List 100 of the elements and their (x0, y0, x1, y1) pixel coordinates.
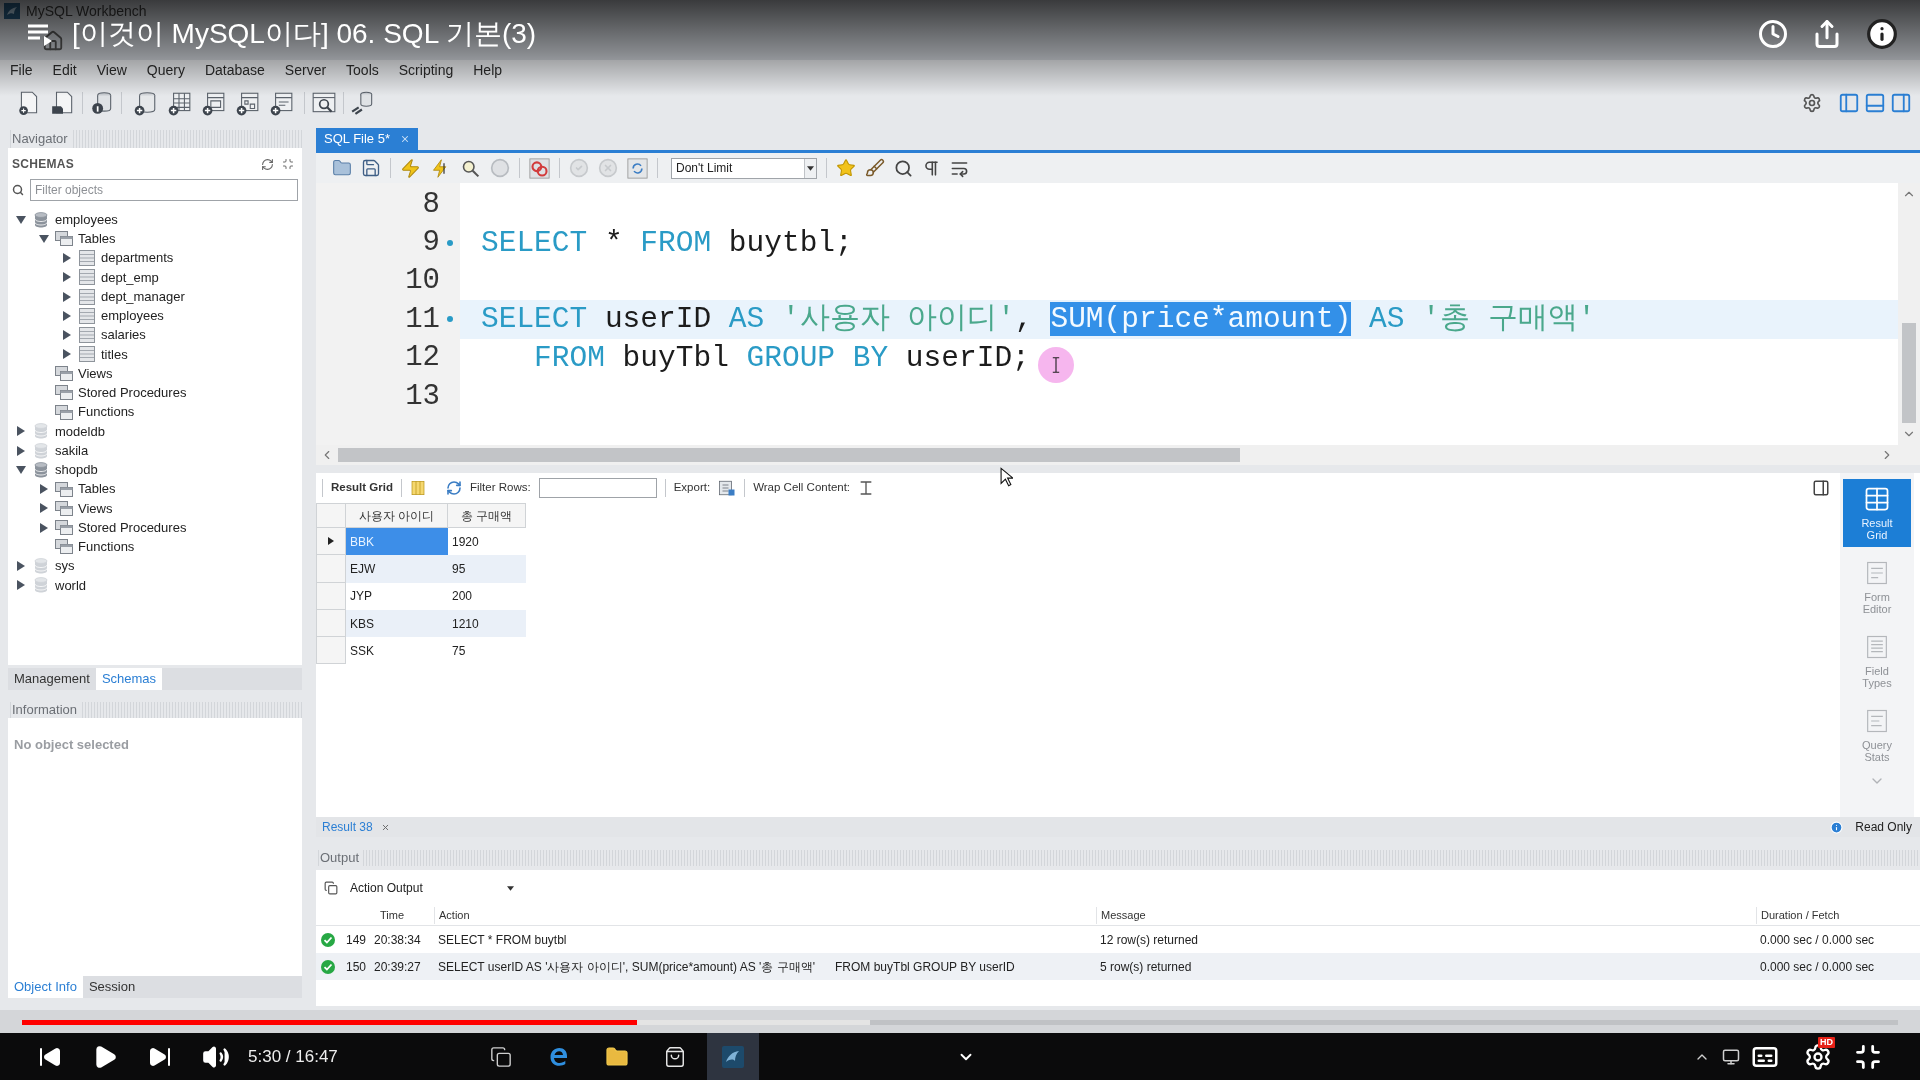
tree-item-label[interactable]: Stored Procedures (78, 517, 187, 538)
tree-item-label[interactable]: Views (78, 363, 113, 384)
caret-icon[interactable] (507, 886, 514, 891)
close-icon[interactable] (400, 134, 410, 144)
result-grid-label[interactable]: Result Grid (331, 479, 393, 497)
tree-item-label[interactable]: sakila (55, 440, 89, 461)
panel-tab[interactable]: Management (8, 668, 96, 690)
database-plus-icon[interactable] (132, 90, 158, 116)
tree-item-label[interactable]: modeldb (55, 421, 105, 442)
tree-item-label[interactable]: Functions (78, 537, 135, 557)
caret-down-icon[interactable] (39, 234, 49, 243)
panel-tab[interactable]: Session (82, 976, 142, 998)
filter-rows-field[interactable] (538, 478, 657, 498)
panel-tab[interactable]: Object Info (8, 976, 83, 998)
menu-item[interactable]: Tools (336, 61, 389, 79)
scroll-thumb[interactable] (1902, 323, 1916, 423)
view-plus-icon[interactable] (200, 90, 226, 116)
caret-right-icon[interactable] (17, 426, 25, 437)
export-icon[interactable] (718, 479, 737, 497)
tree-item-label[interactable]: salaries (101, 325, 146, 345)
refresh-icon[interactable] (261, 157, 274, 171)
function-plus-icon[interactable] (268, 90, 294, 116)
output-mode-dropdown[interactable]: Action Output (346, 878, 518, 898)
caret-right-icon[interactable] (40, 522, 48, 533)
close-icon[interactable] (380, 822, 390, 832)
side-tab[interactable]: Result Grid (1843, 479, 1911, 547)
caret-icon[interactable] (807, 165, 814, 171)
tree-item-label[interactable]: sys (55, 556, 75, 576)
menu-item[interactable]: Database (194, 61, 275, 79)
caret-right-icon[interactable] (40, 484, 48, 495)
menu-item[interactable]: View (86, 61, 137, 79)
watch-later-icon[interactable] (1758, 19, 1788, 49)
tree-item-label[interactable]: Stored Procedures (78, 383, 187, 403)
caret-right-icon[interactable] (63, 330, 71, 341)
panel-right-icon[interactable] (1812, 479, 1830, 497)
editor-tab[interactable]: SQL File 5* (316, 128, 418, 150)
home-icon[interactable] (42, 30, 64, 52)
app-tile-icon[interactable] (720, 1044, 745, 1069)
caret-right-icon[interactable] (63, 310, 71, 321)
panel-bottom-icon[interactable] (1864, 92, 1886, 114)
table-cell[interactable]: 1210 (448, 609, 526, 638)
check-circle-icon[interactable] (569, 158, 589, 178)
menu-item[interactable]: Edit (42, 61, 87, 79)
tree-item-label[interactable]: Functions (78, 402, 135, 422)
taskbar-active-tile[interactable] (706, 1033, 759, 1080)
menu-item[interactable]: Scripting (388, 61, 464, 79)
shopping-bag-icon[interactable] (663, 1045, 686, 1068)
caret-right-icon[interactable] (63, 253, 71, 264)
star-icon[interactable] (836, 158, 856, 178)
refresh-square-icon[interactable] (627, 157, 648, 179)
tree-item-label[interactable]: Views (78, 498, 113, 519)
caret-down-icon[interactable] (16, 215, 26, 224)
tree-item-label[interactable]: Tables (78, 229, 116, 249)
menu-item[interactable]: Help (463, 61, 513, 79)
copy-icon[interactable] (324, 881, 338, 895)
column-header[interactable]: 총 구매액 (448, 503, 526, 528)
save-icon[interactable] (361, 158, 381, 178)
table-cell[interactable]: KBS (346, 609, 448, 638)
caret-right-icon[interactable] (17, 561, 25, 572)
tree-item-label[interactable]: titles (101, 344, 128, 365)
exit-fullscreen-icon[interactable] (1854, 1042, 1882, 1071)
brush-icon[interactable] (865, 158, 885, 178)
progress-track[interactable] (22, 1020, 1898, 1025)
column-header[interactable]: 사용자 아이디 (346, 503, 448, 528)
tree-item-label[interactable]: employees (55, 209, 118, 230)
task-view-icon[interactable] (489, 1045, 512, 1068)
caret-right-icon[interactable] (17, 445, 25, 456)
tree-item-label[interactable]: employees (101, 306, 164, 326)
horizontal-scrollbar[interactable] (316, 445, 1920, 465)
pilcrow-icon[interactable] (922, 158, 941, 178)
panel-left-icon[interactable] (1838, 92, 1860, 114)
panel-tab[interactable]: Schemas (95, 668, 163, 690)
limit-dropdown[interactable]: Don't Limit (671, 157, 817, 179)
tree-item-label[interactable]: world (55, 575, 87, 596)
search-icon[interactable] (894, 158, 913, 178)
tree-item-label[interactable]: Tables (78, 479, 116, 499)
refresh-icon[interactable] (446, 480, 462, 496)
tree-item-label[interactable]: departments (101, 248, 174, 268)
table-cell[interactable]: 95 (448, 555, 526, 583)
caret-right-icon[interactable] (63, 349, 71, 360)
monitor-icon[interactable] (1722, 1047, 1740, 1066)
menu-item[interactable]: Query (136, 61, 195, 79)
procedure-plus-icon[interactable] (234, 90, 260, 116)
linked-circles-icon[interactable] (529, 157, 550, 179)
table-plus-icon[interactable] (166, 90, 192, 116)
tree-item-label[interactable]: dept_emp (101, 267, 159, 288)
caret-right-icon[interactable] (17, 580, 25, 591)
caret-right-icon[interactable] (40, 503, 48, 514)
tree-item-label[interactable]: dept_manager (101, 286, 185, 307)
folder-icon[interactable] (604, 1044, 629, 1069)
filter-field[interactable]: Filter objects (30, 179, 298, 201)
collapse-icon[interactable] (282, 158, 294, 170)
table-cell[interactable]: EJW (346, 555, 448, 583)
tree-item-label[interactable]: shopdb (55, 460, 98, 480)
caret-right-icon[interactable] (63, 291, 71, 302)
menu-item[interactable]: Server (274, 61, 337, 79)
caret-down-icon[interactable] (16, 465, 26, 474)
scroll-thumb[interactable] (338, 448, 1240, 462)
settings-icon[interactable] (1802, 93, 1822, 113)
caret-right-icon[interactable] (63, 272, 71, 283)
